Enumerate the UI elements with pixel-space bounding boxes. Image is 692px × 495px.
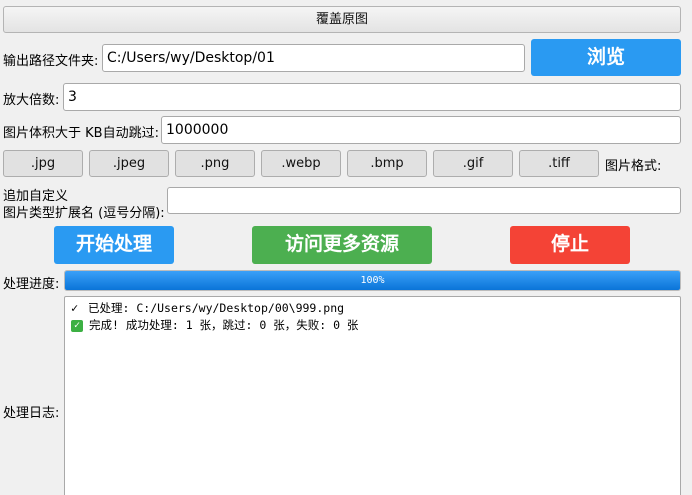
format-gif-button[interactable]: .gif (433, 150, 513, 177)
log-line-text: 已处理: C:/Users/wy/Desktop/00\999.png (88, 301, 345, 315)
log-label: 处理日志: (3, 406, 60, 421)
start-button[interactable]: 开始处理 (54, 226, 174, 264)
scale-label: 放大倍数: (3, 93, 60, 108)
output-path-label: 输出路径文件夹: (3, 54, 99, 69)
skip-size-label: 图片体积大于 KB自动跳过: (3, 126, 159, 141)
stop-button[interactable]: 停止 (510, 226, 630, 264)
skip-size-input[interactable]: 1000000 (161, 116, 681, 144)
overwrite-button[interactable]: 覆盖原图 (3, 6, 681, 33)
log-line: ✓ 已处理: C:/Users/wy/Desktop/00\999.png (71, 300, 674, 317)
custom-ext-input[interactable] (167, 187, 681, 214)
progress-text: 100% (360, 275, 385, 286)
scale-input[interactable]: 3 (63, 83, 681, 111)
format-jpg-button[interactable]: .jpg (3, 150, 83, 177)
progress-label: 处理进度: (3, 277, 60, 292)
format-webp-button[interactable]: .webp (261, 150, 341, 177)
format-bmp-button[interactable]: .bmp (347, 150, 427, 177)
format-label: 图片格式: (605, 159, 662, 174)
format-tiff-button[interactable]: .tiff (519, 150, 599, 177)
check-icon: ✓ (71, 301, 79, 315)
output-path-input[interactable]: C:/Users/wy/Desktop/01 (102, 44, 525, 72)
log-line: ✓ 完成! 成功处理: 1 张，跳过: 0 张，失败: 0 张 (71, 317, 674, 334)
browse-button[interactable]: 浏览 (531, 39, 681, 76)
progress-bar: 100% (64, 270, 681, 291)
log-line-text: 完成! 成功处理: 1 张，跳过: 0 张，失败: 0 张 (89, 318, 359, 332)
format-jpeg-button[interactable]: .jpeg (89, 150, 169, 177)
log-panel[interactable]: ✓ 已处理: C:/Users/wy/Desktop/00\999.png ✓ … (64, 296, 681, 495)
custom-ext-label-line2: 图片类型扩展名 (逗号分隔): (3, 206, 165, 221)
format-png-button[interactable]: .png (175, 150, 255, 177)
green-check-icon: ✓ (71, 319, 83, 332)
more-resources-button[interactable]: 访问更多资源 (252, 226, 432, 264)
